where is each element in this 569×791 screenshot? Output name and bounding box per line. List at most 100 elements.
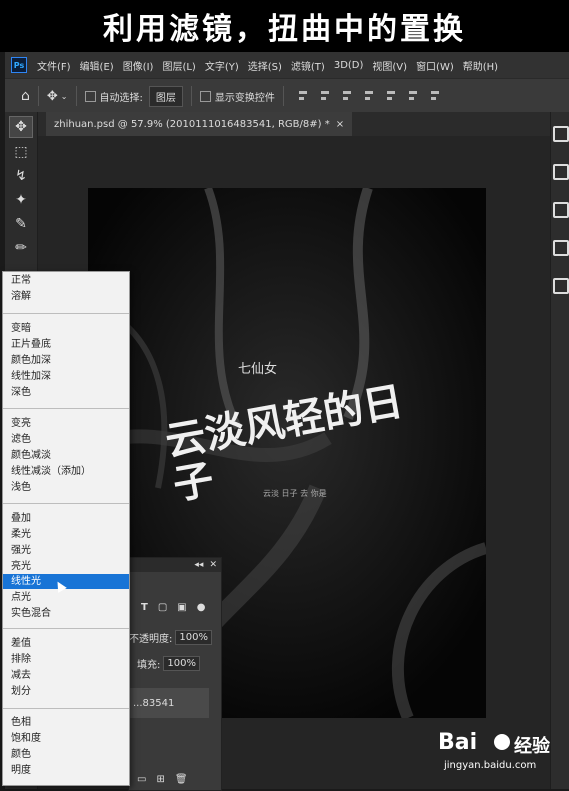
text-filter-icon[interactable]: T [141, 602, 148, 613]
menu-file[interactable]: 文件(F) [37, 58, 71, 73]
blend-option[interactable]: 颜色减淡 [3, 448, 129, 463]
smart-object-filter-icon[interactable]: ▣ [177, 602, 186, 613]
menu-type[interactable]: 文字(Y) [205, 58, 239, 73]
panel-icon[interactable] [552, 126, 569, 142]
layers-panel-header: ◂◂ ✕ [129, 558, 221, 572]
home-icon[interactable]: ⌂ [21, 88, 30, 104]
blend-option[interactable]: 叠加 [3, 511, 129, 526]
menu-layer[interactable]: 图层(L) [162, 58, 195, 73]
menu-filter[interactable]: 滤镜(T) [291, 58, 325, 73]
align-bottom-icon[interactable] [407, 90, 419, 102]
blend-option[interactable]: 颜色加深 [3, 353, 129, 368]
blend-option[interactable]: 溶解 [3, 289, 129, 304]
menu-edit[interactable]: 编辑(E) [80, 58, 114, 73]
blend-option[interactable]: 线性减淡（添加） [3, 464, 129, 479]
blend-option[interactable]: 变亮 [3, 416, 129, 431]
align-right-icon[interactable] [341, 90, 353, 102]
menu-select[interactable]: 选择(S) [248, 58, 282, 73]
distribute-icon[interactable] [429, 90, 441, 102]
marquee-tool-icon[interactable]: ⬚ [10, 142, 32, 162]
opacity-label: 不透明度: [129, 634, 173, 645]
delete-layer-icon[interactable]: 🗑 [175, 774, 188, 785]
panel-icon[interactable] [552, 278, 569, 294]
align-middle-icon[interactable] [385, 90, 397, 102]
eyedropper-tool-icon[interactable]: ✎ [10, 214, 32, 234]
right-panel-strip [550, 112, 569, 789]
opacity-field[interactable]: 100% [175, 630, 212, 645]
blend-option[interactable]: 正常 [3, 273, 129, 288]
auto-select-dropdown[interactable]: 图层 [148, 85, 183, 107]
blend-option[interactable]: 点光 [3, 590, 129, 605]
move-tool-icon[interactable]: ✥ [9, 116, 33, 138]
document-tab-title: zhihuan.psd @ 57.9% (2010111016483541, R… [54, 118, 330, 130]
document-tab[interactable]: zhihuan.psd @ 57.9% (2010111016483541, R… [46, 112, 353, 136]
document-tab-bar: zhihuan.psd @ 57.9% (2010111016483541, R… [38, 112, 550, 136]
menu-separator [3, 313, 129, 314]
blend-option[interactable]: 差值 [3, 636, 129, 651]
align-left-icon[interactable] [297, 90, 309, 102]
filter-toggle-icon[interactable]: ● [197, 602, 206, 613]
layers-panel: ◂◂ ✕ T ▢ ▣ ● 不透明度: 100% 填充: 100% ...8354… [128, 557, 222, 791]
collapse-icon[interactable]: ◂◂ [194, 560, 203, 570]
divider [37, 86, 39, 106]
menu-view[interactable]: 视图(V) [372, 58, 407, 73]
align-center-icon[interactable] [319, 90, 331, 102]
blend-option[interactable]: 排除 [3, 652, 129, 667]
move-tool-icon[interactable]: ✥ [47, 89, 58, 104]
brush-tool-icon[interactable]: ✏ [10, 238, 32, 258]
blend-option[interactable]: 色相 [3, 715, 129, 730]
close-icon[interactable]: × [336, 119, 344, 130]
blend-option[interactable]: 滤色 [3, 432, 129, 447]
blend-option[interactable]: 划分 [3, 684, 129, 699]
lasso-tool-icon[interactable]: ↯ [10, 166, 32, 186]
panel-icon[interactable] [552, 240, 569, 256]
blend-option[interactable]: 颜色 [3, 747, 129, 762]
auto-select-checkbox[interactable] [84, 90, 96, 102]
menu-bar: Ps 文件(F) 编辑(E) 图像(I) 图层(L) 文字(Y) 选择(S) 滤… [5, 52, 569, 78]
layer-name: ...83541 [133, 697, 175, 709]
divider [190, 86, 192, 106]
options-bar: ⌂ ✥ ⌄ 自动选择: 图层 显示变换控件 [5, 78, 569, 114]
new-group-icon[interactable]: ▭ [137, 774, 146, 785]
menu-separator [3, 628, 129, 629]
menu-window[interactable]: 窗口(W) [416, 58, 454, 73]
new-layer-icon[interactable]: ⊞ [156, 774, 164, 785]
chevron-down-icon[interactable]: ⌄ [61, 92, 68, 101]
menu-separator [3, 708, 129, 709]
menu-separator [3, 408, 129, 409]
show-transform-checkbox[interactable] [199, 90, 211, 102]
blend-option[interactable]: 柔光 [3, 527, 129, 542]
layer-row[interactable]: ...83541 [129, 688, 209, 718]
blend-option[interactable]: 饱和度 [3, 731, 129, 746]
divider [75, 86, 77, 106]
menu-help[interactable]: 帮助(H) [463, 58, 498, 73]
magic-wand-tool-icon[interactable]: ✦ [10, 190, 32, 210]
panel-icon[interactable] [552, 164, 569, 180]
fill-field[interactable]: 100% [163, 656, 200, 671]
menu-separator [3, 503, 129, 504]
blend-option[interactable]: 强光 [3, 543, 129, 558]
blend-option[interactable]: 变暗 [3, 321, 129, 336]
blend-option[interactable]: 浅色 [3, 480, 129, 495]
blend-option[interactable]: 亮光 [3, 559, 129, 574]
shape-filter-icon[interactable]: ▢ [158, 602, 167, 613]
close-icon[interactable]: ✕ [209, 560, 217, 570]
watermark-brand-suffix: 经验 [514, 736, 550, 757]
photoshop-logo-icon: Ps [11, 57, 27, 73]
artwork-small-title: 七仙女 [238, 362, 278, 377]
baidu-jingyan-watermark: Bai 经验 jingyan.baidu.com [438, 730, 563, 776]
menu-image[interactable]: 图像(I) [123, 58, 154, 73]
blend-option[interactable]: 明度 [3, 763, 129, 778]
blend-option[interactable]: 实色混合 [3, 606, 129, 621]
artwork-small-text: 云淡 日子 去 你是 [263, 489, 327, 498]
blend-option[interactable]: 正片叠底 [3, 337, 129, 352]
blend-option[interactable]: 减去 [3, 668, 129, 683]
align-top-icon[interactable] [363, 90, 375, 102]
show-transform-label: 显示变换控件 [214, 92, 275, 104]
auto-select-label: 自动选择: [99, 92, 143, 104]
panel-icon[interactable] [552, 202, 569, 218]
menu-3d[interactable]: 3D(D) [334, 60, 364, 71]
blend-mode-menu: 正常 溶解 变暗 正片叠底 颜色加深 线性加深 深色 变亮 滤色 颜色减淡 线性… [2, 271, 130, 786]
blend-option[interactable]: 深色 [3, 385, 129, 400]
blend-option[interactable]: 线性加深 [3, 369, 129, 384]
